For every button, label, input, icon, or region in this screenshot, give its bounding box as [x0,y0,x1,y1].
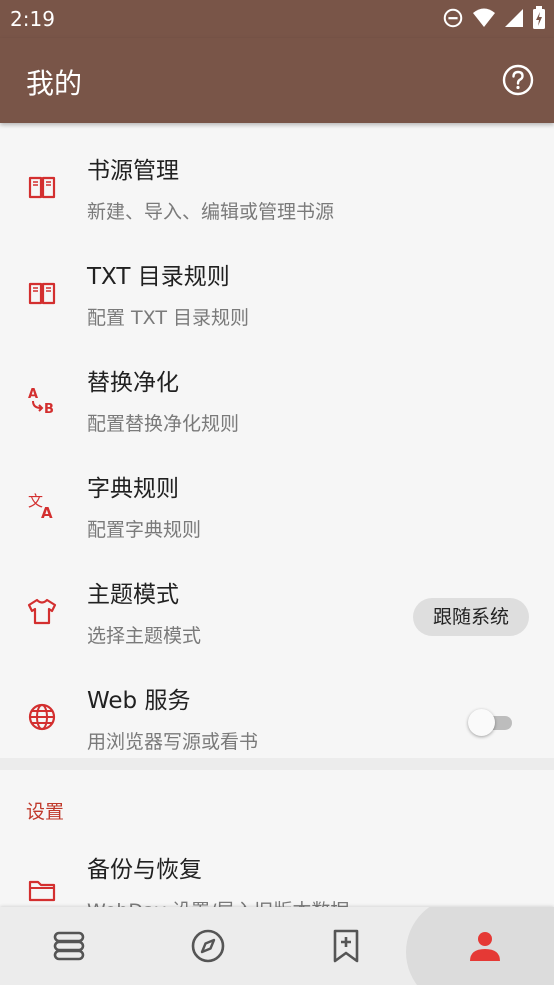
settings-header: 设置 [26,801,65,823]
toggle-thumb [468,709,495,736]
book-open-icon [28,282,56,305]
theme-mode-chip[interactable]: 跟随系统 [412,598,529,636]
folder-icon [28,880,56,902]
help-icon[interactable] [502,64,534,96]
web-service-toggle[interactable] [468,709,512,736]
settings-section: 设置 备份与恢复 WebDav 设置/导入旧版本数据 [0,770,554,910]
list-item-web-service[interactable]: Web 服务 用浏览器写源或看书 [0,663,554,769]
section-divider [0,758,554,770]
list-item-theme[interactable]: 主题模式 选择主题模式 跟随系统 [0,557,554,663]
my-list: 书源管理 新建、导入、编辑或管理书源 TXT 目录规则 配置 TXT 目录规则 … [0,123,554,758]
bottom-nav [0,907,554,985]
nav-bookshelf[interactable] [9,907,129,985]
status-bar: 2:19 [0,0,554,38]
nav-bookmark[interactable] [286,907,406,985]
do-not-disturb-icon [443,8,463,28]
item-subtitle: 配置 TXT 目录规则 [87,307,249,329]
list-item-txt-rules[interactable]: TXT 目录规则 配置 TXT 目录规则 [0,239,554,345]
compass-icon [191,929,225,963]
list-item-book-source[interactable]: 书源管理 新建、导入、编辑或管理书源 [0,133,554,239]
bookshelf-icon [53,931,85,961]
page-title: 我的 [26,67,83,100]
wifi-icon [473,8,495,27]
nav-discover[interactable] [148,907,268,985]
replace-ab-icon: AB [28,387,54,415]
item-title: 字典规则 [87,476,179,502]
person-icon [470,932,500,961]
nav-my[interactable] [425,907,545,985]
item-title: 书源管理 [87,158,179,184]
item-title: 备份与恢复 [87,857,202,883]
app-bar: 我的 [0,38,554,123]
svg-text:B: B [44,402,54,415]
item-subtitle: 用浏览器写源或看书 [87,731,259,753]
status-icons [442,6,546,30]
item-title: TXT 目录规则 [87,264,230,290]
item-subtitle: 配置字典规则 [87,519,202,541]
list-item-dictionary[interactable]: 文A 字典规则 配置字典规则 [0,451,554,557]
item-subtitle: 选择主题模式 [87,625,202,647]
bookmark-add-icon [333,929,359,963]
item-subtitle: 新建、导入、编辑或管理书源 [87,201,335,223]
item-subtitle: 配置替换净化规则 [87,413,240,435]
signal-icon [505,9,523,27]
globe-icon [28,703,56,731]
battery-icon [533,6,545,29]
book-open-icon [28,176,56,199]
tshirt-icon [27,598,57,625]
svg-text:A: A [28,387,38,402]
item-title: 主题模式 [87,582,179,608]
item-title: Web 服务 [87,688,191,714]
list-item-replace[interactable]: AB 替换净化 配置替换净化规则 [0,345,554,451]
item-title: 替换净化 [87,370,179,396]
list-item-backup[interactable]: 备份与恢复 WebDav 设置/导入旧版本数据 [0,842,554,910]
translate-icon: 文A [28,492,53,521]
status-time: 2:19 [10,7,55,31]
svg-text:A: A [41,504,53,521]
